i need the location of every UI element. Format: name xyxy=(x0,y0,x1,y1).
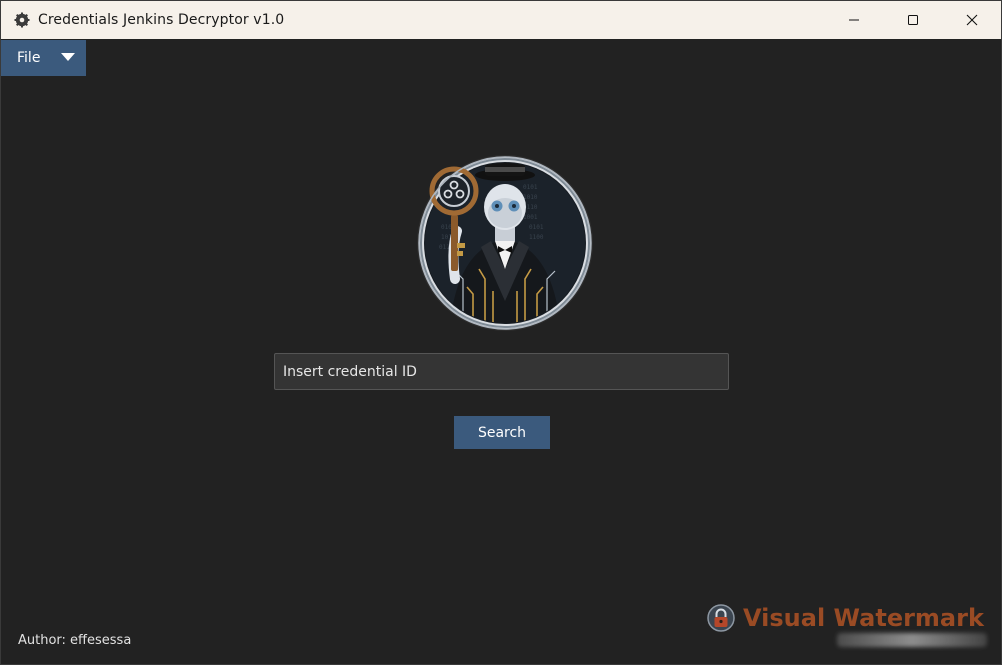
minimize-button[interactable] xyxy=(824,1,883,39)
svg-text:1001: 1001 xyxy=(523,214,538,221)
svg-text:0101: 0101 xyxy=(523,184,538,191)
file-menu-label: File xyxy=(17,50,41,66)
window-title: Credentials Jenkins Decryptor v1.0 xyxy=(38,12,285,28)
title-bar[interactable]: Credentials Jenkins Decryptor v1.0 xyxy=(1,1,1001,39)
credential-id-input[interactable] xyxy=(274,353,729,390)
svg-text:1100: 1100 xyxy=(529,234,544,241)
author-label: Author: effesessa xyxy=(18,633,132,648)
butler-robot-logo: 010110100110 100101011100 0101010110 xyxy=(417,155,593,331)
close-icon xyxy=(966,14,977,26)
menu-bar: File xyxy=(1,40,1001,76)
maximize-button[interactable] xyxy=(883,1,942,39)
app-window: Credentials Jenkins Decryptor v1.0 File … xyxy=(0,0,1002,665)
visual-watermark: Visual Watermark xyxy=(707,601,984,635)
svg-text:0101: 0101 xyxy=(529,224,544,231)
search-button[interactable]: Search xyxy=(454,416,550,449)
minimize-icon xyxy=(848,19,859,21)
window-controls xyxy=(824,1,1001,39)
app-gear-icon xyxy=(13,11,31,29)
maximize-icon xyxy=(907,15,918,25)
svg-text:1010: 1010 xyxy=(523,194,538,201)
svg-text:010: 010 xyxy=(441,224,452,231)
caret-down-icon xyxy=(61,53,75,61)
file-menu[interactable]: File xyxy=(1,40,86,76)
watermark-text: Visual Watermark xyxy=(743,604,984,632)
watermark-url-blur xyxy=(837,633,987,647)
lock-icon xyxy=(707,604,735,632)
close-button[interactable] xyxy=(942,1,1001,39)
